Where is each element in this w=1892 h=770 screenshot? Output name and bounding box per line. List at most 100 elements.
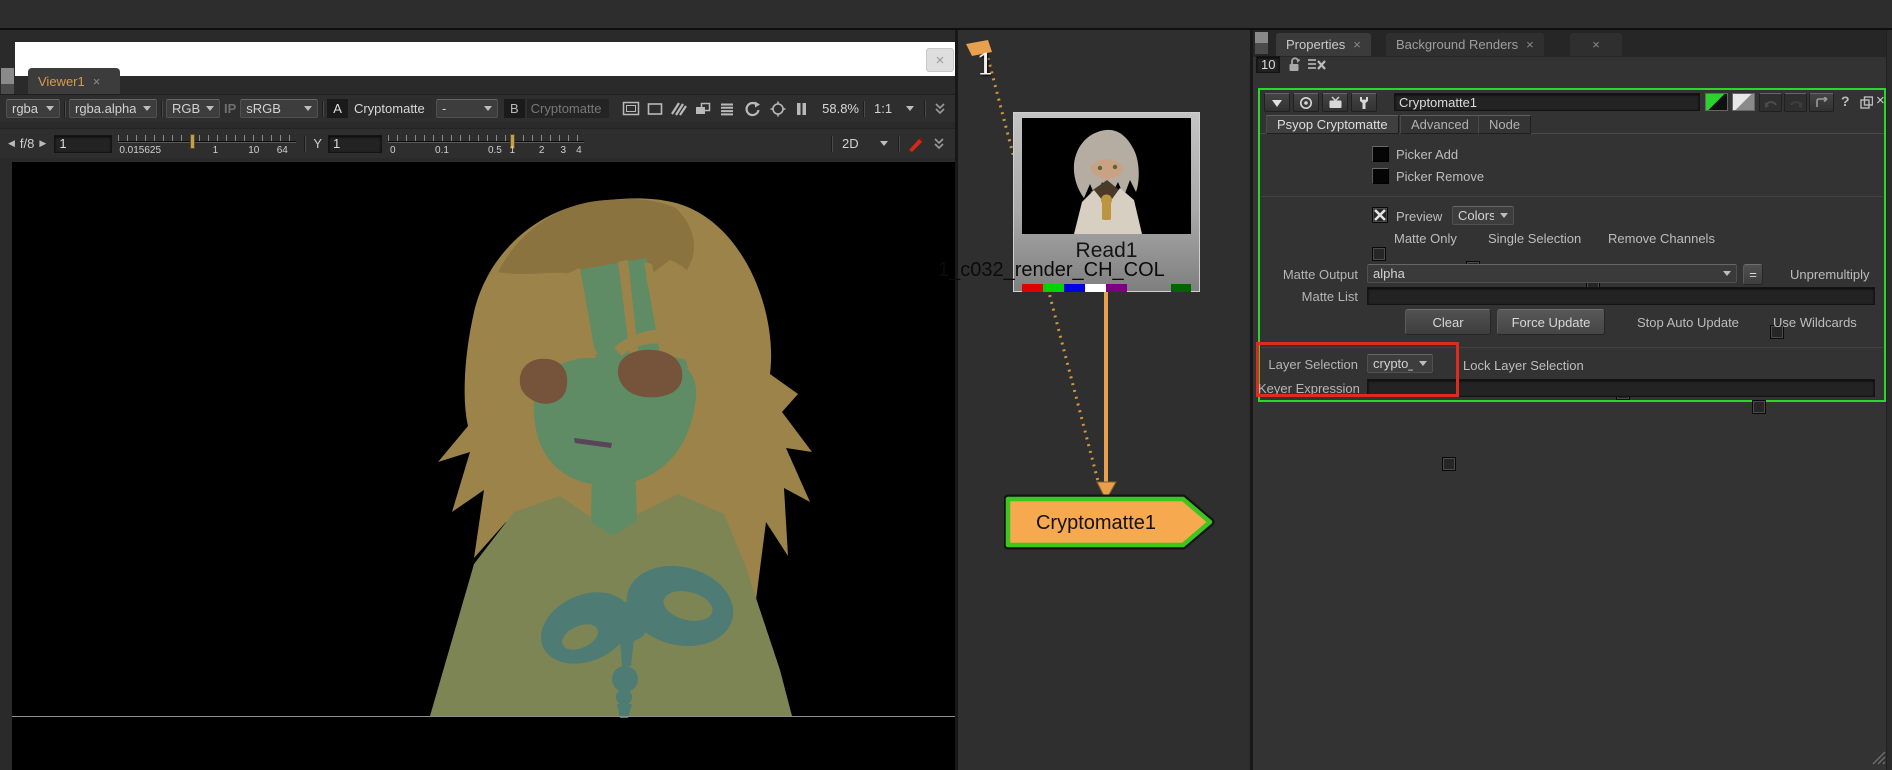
prev-icon[interactable]: ◀ <box>8 138 15 149</box>
menu-bar[interactable] <box>0 0 1892 30</box>
close-panel-icon[interactable]: × <box>1876 92 1885 109</box>
preview-mode-dropdown[interactable]: Colors <box>1452 206 1514 225</box>
picker-remove-label: Picker Remove <box>1396 169 1485 184</box>
red-marker-icon[interactable] <box>903 136 927 152</box>
resize-grip[interactable] <box>1870 750 1888 766</box>
close-icon[interactable]: × <box>1526 37 1534 52</box>
annotation-red-rectangle <box>1256 342 1459 397</box>
input-process-toggle[interactable]: IP <box>224 101 236 116</box>
ab-blend-dropdown[interactable]: - <box>435 99 498 118</box>
matte-output-dropdown[interactable]: alpha <box>1367 264 1737 283</box>
tab-label: Advanced <box>1411 117 1469 132</box>
close-icon[interactable]: × <box>93 74 101 89</box>
picker-add-swatch[interactable] <box>1372 146 1389 162</box>
gamma-input[interactable]: 1 <box>327 134 382 153</box>
divider <box>831 135 832 152</box>
tab-viewer1[interactable]: Viewer1 × <box>28 68 120 94</box>
close-all-panels-icon[interactable] <box>1306 55 1328 73</box>
clear-button[interactable]: Clear <box>1405 309 1491 335</box>
use-wildcards-label: Use Wildcards <box>1773 315 1857 330</box>
properties-scrollbar[interactable] <box>1886 30 1892 770</box>
chevron-down-icon <box>1500 213 1508 218</box>
panel-corner-widget-2[interactable] <box>1255 43 1268 54</box>
alpha-layer-dropdown[interactable]: rgba.alpha <box>69 99 157 118</box>
gain-slider[interactable]: 0.015625 1 10 64 <box>118 130 297 158</box>
chevron-down-icon <box>906 106 914 111</box>
gain-slider-handle[interactable] <box>189 133 195 149</box>
picker-add-label: Picker Add <box>1396 147 1459 162</box>
node-color-swatch[interactable] <box>1705 93 1728 111</box>
refresh-icon[interactable] <box>739 101 765 117</box>
a-buffer-value[interactable]: Cryptomatte <box>349 99 432 118</box>
equals-button[interactable]: = <box>1743 264 1763 285</box>
display-channels-dropdown[interactable]: RGB <box>166 99 220 118</box>
close-icon[interactable]: × <box>1353 37 1361 52</box>
matte-list-input[interactable] <box>1367 287 1875 305</box>
overlay-close-button[interactable]: × <box>926 48 954 72</box>
viewer-canvas[interactable] <box>12 162 955 770</box>
b-buffer-value[interactable]: Cryptomatte <box>526 99 609 118</box>
tick-label: 4 <box>576 144 582 156</box>
help-button[interactable]: ? <box>1841 93 1850 109</box>
panel-corner-widget[interactable] <box>1 68 14 84</box>
character-eye-right <box>617 349 683 398</box>
tab-empty[interactable]: × <box>1570 33 1622 56</box>
use-wildcards-checkbox[interactable] <box>1752 400 1766 414</box>
matte-output-label: Matte Output <box>1282 267 1358 282</box>
gain-input[interactable]: 1 <box>54 134 113 153</box>
viewer-toolbar: rgba rgba.alpha RGB IP sRGB A Cryptomatt… <box>0 94 955 122</box>
matte-list-label: Matte List <box>1301 289 1358 304</box>
undo-button[interactable] <box>1759 93 1782 112</box>
collapse-chevrons-icon[interactable] <box>927 137 951 150</box>
tab-psyop-cryptomatte[interactable]: Psyop Cryptomatte <box>1266 115 1399 134</box>
divider <box>924 100 925 117</box>
next-icon[interactable]: ▶ <box>39 138 46 149</box>
proxy-dropdown[interactable]: 1:1 <box>868 99 920 118</box>
force-update-button[interactable]: Force Update <box>1497 309 1605 335</box>
channel-swatch <box>1043 284 1064 292</box>
center-node-button[interactable] <box>1293 93 1319 112</box>
zoom-level[interactable]: 58.8% <box>822 101 859 116</box>
node-name-field[interactable]: Cryptomatte1 <box>1394 93 1700 111</box>
lock-layer-selection-checkbox[interactable] <box>1442 457 1456 471</box>
region-of-interest-icon[interactable] <box>643 102 667 116</box>
matte-only-checkbox[interactable] <box>1372 247 1386 261</box>
revert-button[interactable] <box>1809 93 1834 112</box>
wipe-icon[interactable] <box>667 101 691 116</box>
close-icon[interactable]: × <box>1592 37 1600 52</box>
collapse-panel-button[interactable] <box>1264 93 1290 112</box>
picker-remove-swatch[interactable] <box>1372 168 1389 184</box>
lock-icon[interactable] <box>1285 55 1303 73</box>
divider <box>863 100 864 117</box>
slider-track <box>387 140 584 143</box>
stack-lines-icon[interactable] <box>715 102 739 116</box>
remove-channels-label: Remove Channels <box>1608 231 1715 246</box>
gamma-slider[interactable]: 0 0.1 0.5 1 2 3 4 <box>387 130 584 158</box>
panel-corner-widget[interactable] <box>1255 32 1268 43</box>
preview-checkbox[interactable] <box>1372 207 1388 223</box>
tab-properties[interactable]: Properties × <box>1276 33 1371 56</box>
tab-node[interactable]: Node <box>1478 115 1532 134</box>
gl-color-swatch[interactable] <box>1732 93 1755 111</box>
image-bottom-border <box>12 716 955 717</box>
channel-layer-dropdown[interactable]: rgba <box>6 99 60 118</box>
layers-icon[interactable] <box>691 102 715 116</box>
pause-icon[interactable] <box>791 102 813 116</box>
node-cryptomatte1[interactable]: Cryptomatte1 <box>1004 494 1216 550</box>
colorspace-dropdown[interactable]: sRGB <box>240 99 319 118</box>
float-panel-icon[interactable] <box>1858 94 1874 110</box>
chevron-down-icon <box>304 106 313 111</box>
redo-button[interactable] <box>1784 93 1807 112</box>
monitor-output-button[interactable] <box>1322 93 1348 112</box>
view-mode-dropdown[interactable]: 2D <box>836 134 894 153</box>
target-icon[interactable] <box>765 101 791 117</box>
fstop-label[interactable]: f/8 <box>20 136 34 151</box>
max-panels-input[interactable]: 10 <box>1256 56 1280 73</box>
wrench-icon-button[interactable] <box>1351 93 1377 112</box>
frame-format-icon[interactable] <box>619 101 643 116</box>
collapse-chevrons-icon[interactable] <box>929 102 951 115</box>
channel-swatch <box>1106 284 1127 292</box>
tab-background-renders[interactable]: Background Renders × <box>1386 33 1544 56</box>
channel-swatch <box>1171 284 1191 292</box>
tab-advanced[interactable]: Advanced <box>1400 115 1480 134</box>
